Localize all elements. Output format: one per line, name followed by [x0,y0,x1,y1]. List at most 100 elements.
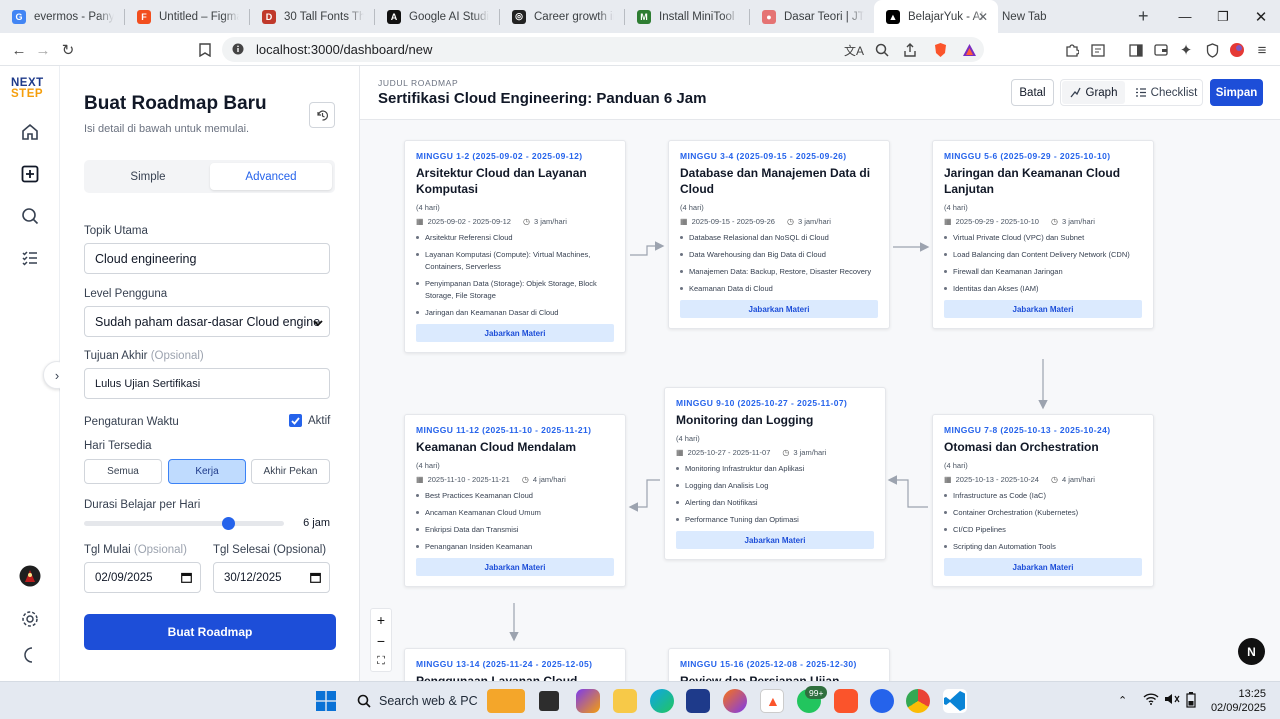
zoom-out-button[interactable]: − [371,630,391,651]
zoom-icon[interactable] [871,39,893,61]
leo-ai-icon[interactable]: ✦ [1175,39,1197,61]
expand-material-button[interactable]: Jabarkan Materi [416,558,614,576]
goal-optional-hint: (Opsional) [150,350,204,362]
new-roadmap-icon[interactable] [18,162,42,186]
fit-view-button[interactable]: ⛶ [371,651,391,672]
topic-input[interactable]: Cloud engineering [84,243,330,274]
browser-tab[interactable]: ◎ Career growth in t [500,0,624,33]
expand-material-button[interactable]: Jabarkan Materi [676,531,874,549]
expand-material-button[interactable]: Jabarkan Materi [680,300,878,318]
browser-tab[interactable]: Gevermos - Panyliks [0,0,124,33]
battery-icon[interactable] [1186,692,1196,713]
end-date-input[interactable]: 30/12/2025 [213,562,330,593]
roadmap-card[interactable]: MINGGU 1-2 (2025-09-02 - 2025-09-12) Arsi… [404,140,626,353]
browser-tab[interactable]: F Untitled – Figma [125,0,249,33]
user-avatar[interactable] [18,564,42,588]
system-clock[interactable]: 13:25 02/09/2025 [1202,687,1266,715]
home-icon[interactable] [18,120,42,144]
roadmap-card[interactable]: MINGGU 13-14 (2025-11-24 - 2025-12-05) Pe… [404,648,626,681]
minimize-icon[interactable]: — [1166,0,1204,33]
menu-icon[interactable]: ≡ [1251,39,1273,61]
chrome-icon[interactable] [906,689,930,713]
translate-icon[interactable]: 文A [843,39,865,61]
roadmap-card[interactable]: MINGGU 5-6 (2025-09-29 - 2025-10-10) Jari… [932,140,1154,329]
roadmap-card[interactable]: MINGGU 7-8 (2025-10-13 - 2025-10-24) Otom… [932,414,1154,587]
address-bar[interactable]: localhost:3000/dashboard/new [222,37,984,62]
calendar-icon[interactable] [310,572,321,586]
widgets-icon[interactable] [487,689,525,713]
level-select[interactable]: Sudah paham dasar-dasar Cloud engine [84,306,330,337]
forward-icon[interactable]: → [32,39,54,61]
brave-rewards-icon[interactable] [958,39,980,61]
nextjs-devtools-icon[interactable]: N [1238,638,1265,665]
browser-tab[interactable]: New Tab [998,0,1122,33]
zoom-app-icon[interactable] [870,689,894,713]
expand-material-button[interactable]: Jabarkan Materi [944,300,1142,318]
copilot-icon[interactable] [576,689,600,713]
search-icon[interactable] [18,204,42,228]
browser-tab[interactable]: M Install MiniTool Pa [625,0,749,33]
tab-simple[interactable]: Simple [87,163,209,190]
history-button[interactable] [309,102,335,128]
site-info-icon[interactable] [232,43,244,58]
roadmap-card[interactable]: MINGGU 3-4 (2025-09-15 - 2025-09-26) Data… [668,140,890,329]
history-icon [316,109,328,121]
bookmark-icon[interactable] [194,39,216,61]
expand-material-button[interactable]: Jabarkan Materi [944,558,1142,576]
days-option-weekend[interactable]: Akhir Pekan [251,459,330,484]
create-roadmap-button[interactable]: Buat Roadmap [84,614,336,650]
theme-toggle-icon[interactable] [18,643,42,667]
wallet-icon[interactable] [1150,39,1172,61]
time-active-checkbox[interactable] [289,414,302,427]
share-icon[interactable] [899,39,921,61]
close-window-icon[interactable]: ✕ [1242,0,1280,33]
close-tab-icon[interactable]: ✕ [978,10,988,24]
taskbar-search[interactable]: Search web & PC [349,687,481,715]
file-explorer-icon[interactable] [613,689,637,713]
expand-material-button[interactable]: Jabarkan Materi [416,324,614,342]
new-tab-button[interactable]: + [1138,6,1149,27]
browser-tab[interactable]: D 30 Tall Fonts That [250,0,374,33]
firefox-icon[interactable] [723,689,747,713]
brave-icon-taskbar[interactable]: ▲ [760,689,784,713]
goal-input[interactable]: Lulus Ujian Sertifikasi [84,368,330,399]
maximize-icon[interactable]: ❐ [1204,0,1242,33]
store-icon[interactable] [686,689,710,713]
tab-advanced[interactable]: Advanced [210,163,332,190]
reload-icon[interactable]: ↻ [57,39,79,61]
profile-icon[interactable] [1226,39,1248,61]
brave-browser-icon[interactable] [834,689,858,713]
duration-slider-track[interactable] [84,517,284,530]
wifi-icon[interactable] [1143,692,1159,711]
roadmap-card[interactable]: MINGGU 9-10 (2025-10-27 - 2025-11-07) Mon… [664,387,886,560]
calendar-icon[interactable] [181,572,192,586]
checklist-icon[interactable] [18,246,42,270]
back-icon[interactable]: ← [8,39,30,61]
roadmap-form-panel: Buat Roadmap Baru Isi detail di bawah un… [60,66,360,681]
vscode-icon[interactable] [943,689,967,713]
brave-shield-icon[interactable] [929,39,951,61]
roadmap-card[interactable]: MINGGU 11-12 (2025-11-10 - 2025-11-21) Ke… [404,414,626,587]
browser-tab[interactable]: ● Dasar Teori | JTI - [750,0,874,33]
edge-icon[interactable] [650,689,674,713]
browser-tab[interactable]: A Google AI Studio [375,0,499,33]
task-view-icon[interactable] [539,691,559,711]
zoom-in-button[interactable]: + [371,609,391,630]
reader-icon[interactable] [1087,39,1109,61]
windows-start-icon[interactable] [316,691,336,716]
roadmap-card[interactable]: MINGGU 15-16 (2025-12-08 - 2025-12-30) Re… [668,648,890,681]
days-option-weekdays[interactable]: Kerja [168,459,246,484]
volume-icon[interactable] [1164,692,1180,711]
vpn-icon[interactable] [1201,39,1223,61]
duration-slider-thumb[interactable] [221,517,235,530]
browser-toolbar: ← → ↻ localhost:3000/dashboard/new 文A ✦ … [0,33,1280,66]
card-topic-item: Logging dan Analisis Log [676,480,874,492]
extensions-icon[interactable] [1061,39,1083,61]
days-option-all[interactable]: Semua [84,459,162,484]
settings-icon[interactable] [18,607,42,631]
chevron-up-icon[interactable]: ⌃ [1118,694,1127,707]
start-date-input[interactable]: 02/09/2025 [84,562,201,593]
app-logo[interactable]: NEXT STEP [11,77,44,100]
browser-tab[interactable]: ▲ BelajarYuk - AI ✕ [874,0,998,33]
sidebar-toggle-icon[interactable] [1125,39,1147,61]
